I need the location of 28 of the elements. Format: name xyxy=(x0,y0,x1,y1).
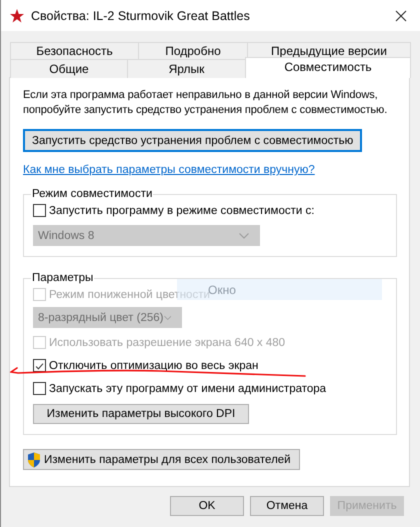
checkbox-label: Использовать разрешение экрана 640 x 480 xyxy=(49,336,286,348)
tab[interactable]: Общие xyxy=(10,59,128,78)
checkbox-label: Отключить оптимизацию во весь экран xyxy=(49,360,258,372)
dialog-button[interactable]: Отмена xyxy=(250,496,324,516)
tab[interactable]: Безопасность xyxy=(10,42,139,59)
shield-icon xyxy=(27,452,41,468)
chevron-down-icon xyxy=(164,314,171,320)
tab[interactable]: Подробно xyxy=(138,42,248,59)
star-icon xyxy=(9,8,25,24)
help-link[interactable]: Как мне выбрать параметры совместимости вручную? xyxy=(23,164,315,176)
window-title: Свойства: IL-2 Sturmovik Great Battles xyxy=(31,8,251,22)
checkbox[interactable] xyxy=(33,359,46,372)
all-users-settings-button[interactable]: Изменить параметры для всех пользователей xyxy=(23,449,300,470)
dialog-button[interactable]: OK xyxy=(170,496,244,516)
group-label: Режим совместимости xyxy=(31,188,154,200)
checkbox-label: Запустить программу в режиме совместимости с: xyxy=(49,204,314,216)
troubleshooter-button[interactable]: Запустить средство устранения проблем с совместимостью xyxy=(23,129,362,152)
checkbox-label: Запускать эту программу от имени администратора xyxy=(49,382,326,394)
description-text: Если эта программа работает неправильно в данной версии Windows, попробуйте запустить средство устранения проблем с совместимостью. xyxy=(23,88,388,118)
dpi-settings-button[interactable]: Изменить параметры высокого DPI xyxy=(33,404,249,424)
tab[interactable]: Совместимость xyxy=(245,57,411,78)
checkbox[interactable] xyxy=(33,204,46,217)
checkbox-label: Режим пониженной цветности xyxy=(49,288,210,300)
group-label: Параметры xyxy=(31,272,94,284)
tab[interactable]: Ярлык xyxy=(127,59,246,78)
checkbox[interactable] xyxy=(33,382,46,395)
close-icon[interactable] xyxy=(395,10,407,22)
chevron-down-icon xyxy=(239,232,249,238)
